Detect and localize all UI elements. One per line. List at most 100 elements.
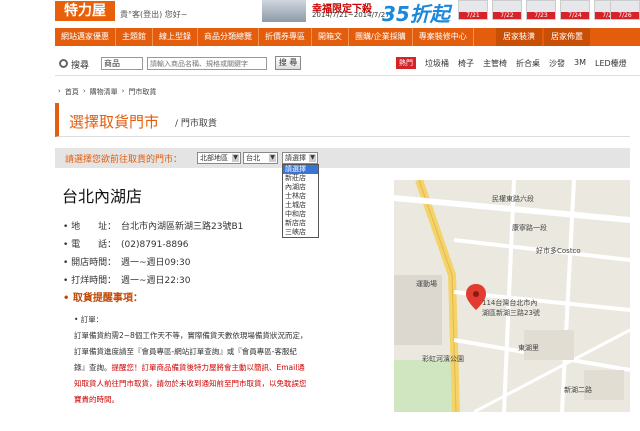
nav-item[interactable]: 團購/企業採購 <box>349 28 413 46</box>
hot-link[interactable]: 沙發 <box>549 58 565 69</box>
map-marker-label: 114台灣台北市內 <box>482 299 538 307</box>
page-title-bar: 選擇取貨門市 / 門市取貨 <box>55 103 630 137</box>
breadcrumb-current: 門市取貨 <box>128 88 157 96</box>
hot-link[interactable]: LED檯燈 <box>595 58 627 69</box>
breadcrumb-separator: › <box>82 87 86 95</box>
nav-home-furnish[interactable]: 居家佈置 <box>544 28 590 46</box>
nav-item[interactable]: 線上型錄 <box>153 28 198 46</box>
row-label: • 地 址： <box>63 222 117 232</box>
promo-banner[interactable]: 幸福限定下殺 2014/7/21~2014/7/27 35折起 7/21 7/2… <box>262 0 640 26</box>
map-poi-label: 東湖里 <box>518 344 539 352</box>
notes-line: 知取貨人前往門市取貨，請勿於未收到通知前至門市取貨，以免耽誤您 <box>74 379 307 388</box>
notes-heading: • 訂單： <box>74 315 104 324</box>
pickup-notes: • 訂單： 訂單備貨約需2~8個工作天不等，實際備貨天數依現場備貨狀況而定， 訂… <box>74 312 334 408</box>
promo-date: 2014/7/21~2014/7/27 <box>312 11 390 19</box>
dropdown-option[interactable]: 請選擇 <box>283 165 318 174</box>
city-select[interactable]: 台北 ▼ <box>243 152 278 164</box>
map-marker-label: 湖區新湖三路23號 <box>482 309 540 317</box>
store-chooser: 請選擇您欲前往取貨的門市： 北部地區 ▼ 台北 ▼ 請選擇 ▼ <box>55 148 630 168</box>
search-icon <box>59 59 68 68</box>
row-label: • 電 話： <box>63 240 117 250</box>
search-bar: 搜尋 商品 搜 尋 熱門 垃圾桶 椅子 主管椅 折合桌 沙發 3M LED檯燈 <box>55 52 640 76</box>
nav-home-decor[interactable]: 居家裝潢 <box>496 28 542 46</box>
hot-link[interactable]: 椅子 <box>458 58 474 69</box>
city-select-value: 台北 <box>246 154 260 162</box>
map-street-label: 康寧路一段 <box>512 224 547 232</box>
breadcrumb-home[interactable]: 首頁 <box>65 87 79 97</box>
notes-highlight: 提醒您！訂單商品備貨後特力屋將會主動以簡訊、Email通 <box>111 363 305 372</box>
hot-label: 熱門 <box>396 57 416 69</box>
user-greeting[interactable]: 貴°客(登出) 您好~ <box>120 9 188 20</box>
breadcrumb-separator: › <box>121 87 125 95</box>
row-label: • 開店時間： <box>63 258 117 268</box>
search-button[interactable]: 搜 尋 <box>275 56 301 70</box>
map-street-label: 民權東路六段 <box>492 195 534 203</box>
row-value: 台北市內湖區新湖三路23號B1 <box>121 222 244 232</box>
row-value: (02)8791-8896 <box>121 240 189 250</box>
top-header: 特力屋 貴°客(登出) 您好~ 幸福限定下殺 2014/7/21~2014/7/… <box>0 0 640 26</box>
page-subtitle: / 門市取貨 <box>175 119 217 129</box>
chooser-label: 請選擇您欲前往取貨的門市： <box>65 155 183 165</box>
region-select-value: 北部地區 <box>200 154 228 162</box>
map-poi-label: 運動場 <box>416 280 437 288</box>
dropdown-option[interactable]: 新莊店 <box>283 174 318 183</box>
nav-item[interactable]: 折價券專區 <box>259 28 312 46</box>
promo-thumb[interactable]: 7/21 <box>458 0 488 20</box>
dropdown-option[interactable]: 新店店 <box>283 219 318 228</box>
hot-link[interactable]: 主管椅 <box>483 58 507 69</box>
pickup-reminder-heading: • 取貨提醒事項： <box>63 293 143 304</box>
site-logo[interactable]: 特力屋 <box>55 1 115 21</box>
store-open-row: • 開店時間： 週一~週日09:30 <box>63 254 383 272</box>
promo-thumb[interactable]: 7/23 <box>526 0 556 20</box>
store-name: 台北內湖店 <box>62 187 143 206</box>
nav-right-group: 居家裝潢 居家佈置 <box>494 28 590 46</box>
nav-item[interactable]: 商品分類總覽 <box>198 28 259 46</box>
chevron-down-icon: ▼ <box>269 154 276 162</box>
store-dropdown-list: 請選擇 新莊店 內湖店 士林店 土城店 中和店 新店店 三峽店 <box>282 164 319 238</box>
nav-item[interactable]: 主題館 <box>116 28 153 46</box>
breadcrumb-cart[interactable]: 購物清單 <box>90 87 118 97</box>
nav-item[interactable]: 網站邁家優惠 <box>55 28 116 46</box>
breadcrumb-separator: › <box>58 87 61 95</box>
region-select[interactable]: 北部地區 ▼ <box>197 152 241 164</box>
store-select-value: 請選擇 <box>285 154 306 162</box>
search-input[interactable] <box>147 57 267 70</box>
store-select[interactable]: 請選擇 ▼ <box>282 152 318 164</box>
promo-thumb[interactable]: 7/22 <box>492 0 522 20</box>
store-address-row: • 地 址： 台北市內湖區新湖三路23號B1 <box>63 218 383 236</box>
search-label: 搜尋 <box>71 61 90 71</box>
store-info: • 地 址： 台北市內湖區新湖三路23號B1 • 電 話： (02)8791-889… <box>63 218 383 308</box>
store-map[interactable]: 民權東路六段 康寧路一段 好市多Costco 運動場 114台灣台北市內 湖區新… <box>394 180 630 412</box>
store-phone-row: • 電 話： (02)8791-8896 <box>63 236 383 254</box>
dropdown-option[interactable]: 三峽店 <box>283 228 318 237</box>
promo-thumb[interactable]: 7/24 <box>560 0 590 20</box>
notes-text: 錄』查詢。 <box>74 363 112 372</box>
chevron-down-icon: ▼ <box>232 154 239 162</box>
notes-line: 寶貴的時間。 <box>74 395 119 404</box>
chevron-down-icon: ▼ <box>309 154 316 162</box>
row-label: • 打烊時間： <box>63 276 117 286</box>
map-street-label: 新湖二路 <box>564 386 592 394</box>
hot-link[interactable]: 折合桌 <box>516 58 540 69</box>
dropdown-option[interactable]: 內湖店 <box>283 183 318 192</box>
map-poi-label: 彩虹河濱公園 <box>422 355 464 363</box>
nav-item[interactable]: 專案裝修中心 <box>413 28 474 46</box>
nav-item[interactable]: 開箱文 <box>312 28 349 46</box>
dropdown-option[interactable]: 士林店 <box>283 192 318 201</box>
notes-line: 訂單備貨進度請至『會員專區-網站訂單查詢』或『會員專區-客服紀 <box>74 347 297 356</box>
promo-product-image <box>262 0 306 22</box>
row-value: 週一~週日22:30 <box>121 276 191 286</box>
dropdown-option[interactable]: 中和店 <box>283 210 318 219</box>
store-close-row: • 打烊時間： 週一~週日22:30 <box>63 272 383 290</box>
promo-thumb[interactable]: 7/26 <box>610 0 640 20</box>
map-graphic <box>394 180 630 412</box>
promo-discount: 35折起 <box>382 2 450 26</box>
map-poi-label: 好市多Costco <box>536 247 581 255</box>
hot-link[interactable]: 3M <box>574 58 586 69</box>
notes-line: 錄』查詢。提醒您！訂單商品備貨後特力屋將會主動以簡訊、Email通 <box>74 360 334 376</box>
search-category-select[interactable]: 商品 <box>101 57 143 70</box>
hot-link[interactable]: 垃圾桶 <box>425 58 449 69</box>
page-title: 選擇取貨門市 <box>69 113 160 131</box>
dropdown-option[interactable]: 土城店 <box>283 201 318 210</box>
row-value: 週一~週日09:30 <box>121 258 191 268</box>
